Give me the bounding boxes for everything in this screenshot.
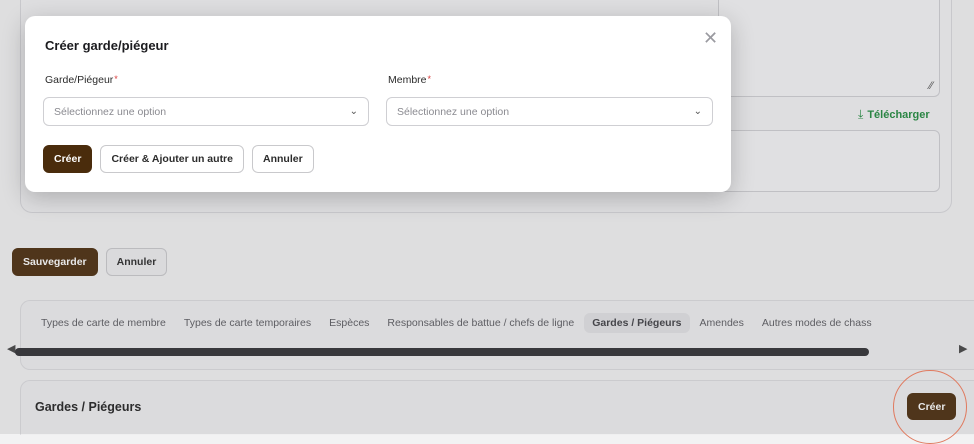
membre-label-text: Membre [388, 74, 427, 86]
garde-piegeur-select[interactable]: Sélectionnez une option ⌄ [43, 97, 369, 126]
chevron-down-icon: ⌄ [693, 106, 702, 117]
membre-placeholder: Sélectionnez une option [397, 105, 510, 118]
membre-select[interactable]: Sélectionnez une option ⌄ [386, 97, 713, 126]
modal-cancel-button[interactable]: Annuler [252, 145, 314, 173]
garde-piegeur-label-text: Garde/Piégeur [45, 74, 114, 86]
create-garde-modal: Créer garde/piégeur ✕ Garde/Piégeur* Sél… [25, 16, 731, 192]
garde-piegeur-placeholder: Sélectionnez une option [54, 105, 167, 118]
close-icon[interactable]: ✕ [703, 29, 718, 47]
required-mark: * [114, 74, 118, 84]
garde-piegeur-label: Garde/Piégeur* [45, 74, 118, 86]
create-button[interactable]: Créer [43, 145, 93, 173]
required-mark: * [427, 74, 432, 84]
create-and-add-another-button[interactable]: Créer & Ajouter un autre [100, 145, 244, 173]
chevron-down-icon: ⌄ [349, 106, 358, 117]
membre-label: Membre* [388, 74, 431, 86]
modal-actions: Créer Créer & Ajouter un autre Annuler [43, 145, 314, 173]
modal-title: Créer garde/piégeur [45, 38, 169, 53]
